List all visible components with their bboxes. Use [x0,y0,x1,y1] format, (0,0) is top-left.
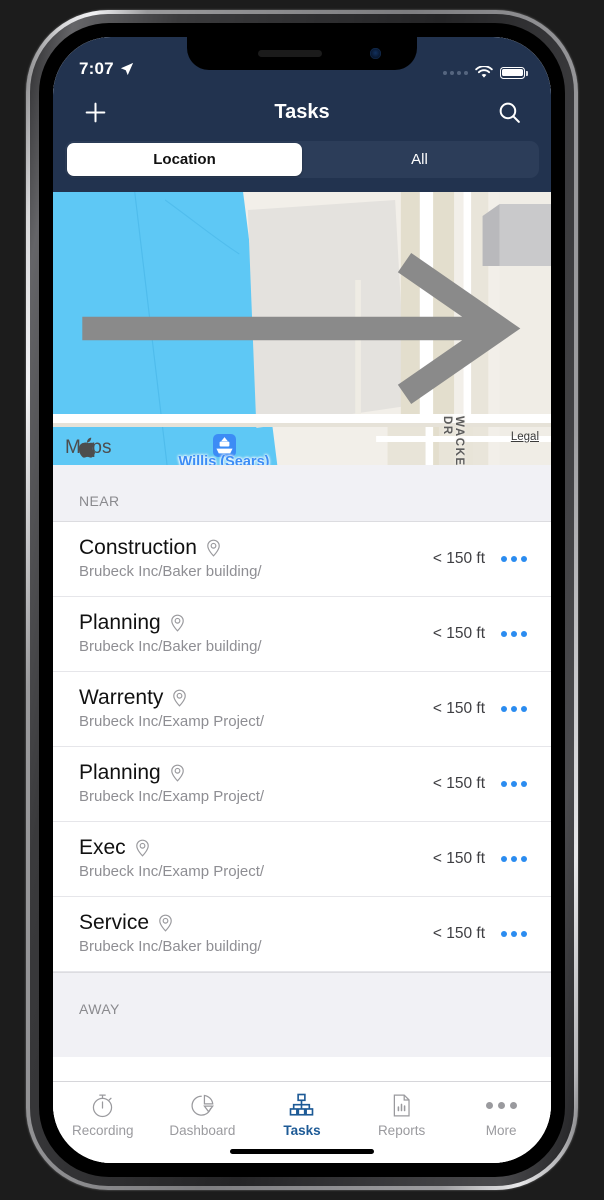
tab-label: Reports [377,1123,426,1138]
status-bar-right [443,66,528,79]
task-menu-button[interactable] [499,625,529,643]
task-menu-button[interactable] [499,850,529,868]
task-title: Construction [79,536,197,559]
map-pin-icon [170,764,184,782]
nav-row: Tasks [53,83,551,141]
section-header-near: NEAR [53,465,551,522]
map-pin-icon [135,839,149,857]
tab-label: More [485,1123,517,1138]
task-distance: < 150 ft [432,624,485,642]
wifi-icon [475,66,493,78]
task-title-row: Service [79,910,433,936]
task-distance: < 150 ft [432,924,485,942]
task-title-row: Construction [79,535,433,561]
status-bar-time: 7:07 [79,59,114,78]
plus-icon [85,102,105,122]
tab-recording[interactable]: Recording [53,1091,153,1138]
tab-label: Tasks [283,1123,321,1138]
ellipsis-icon [485,1091,517,1120]
map-pin-icon [170,614,184,632]
task-title-row: Warrenty [79,685,433,711]
location-arrow-icon [120,62,133,76]
phone-frame: 7:07 Tasks Location All Willis (Sears) W… [26,10,578,1190]
tab-more[interactable]: More [451,1091,551,1138]
table-row[interactable]: Service Brubeck Inc/Baker building/ < 15… [53,897,551,972]
map-direction-arrow-icon [82,252,521,405]
task-subtitle: Brubeck Inc/Examp Project/ [79,788,265,805]
tab-label: Dashboard [169,1123,236,1138]
phone-bezel: 7:07 Tasks Location All Willis (Sears) W… [39,23,565,1177]
task-distance: < 150 ft [432,549,485,567]
task-subtitle: Brubeck Inc/Baker building/ [79,938,262,955]
table-row[interactable]: Planning Brubeck Inc/Examp Project/ < 15… [53,747,551,822]
add-task-button[interactable] [75,92,115,132]
task-title: Planning [79,611,161,634]
stopwatch-icon [89,1091,116,1120]
task-subtitle: Brubeck Inc/Examp Project/ [79,713,265,730]
screenshot-stage: 7:07 Tasks Location All Willis (Sears) W… [0,0,604,1200]
task-info: Planning Brubeck Inc/Baker building/ [79,610,433,657]
task-menu-button[interactable] [499,700,529,718]
view-mode-segmented-control[interactable]: Location All [65,141,539,178]
status-bar-left: 7:07 [79,59,134,79]
map-pin-icon [207,539,220,557]
phone-screen: 7:07 Tasks Location All Willis (Sears) W… [53,37,551,1163]
table-row[interactable]: Construction Brubeck Inc/Baker building/… [53,522,551,597]
document-chart-icon [388,1091,415,1120]
task-title-row: Exec [79,835,433,861]
table-row[interactable]: Warrenty Brubeck Inc/Examp Project/ < 15… [53,672,551,747]
map-view[interactable]: Willis (Sears) Tower/Union WACKER DR 6 [53,192,551,465]
task-title: Exec [79,836,126,859]
page-title: Tasks [274,100,330,123]
earpiece-speaker [258,50,322,57]
section-header-away: AWAY [53,972,551,1057]
task-title: Service [79,911,150,934]
cellular-dots-icon [443,70,468,75]
task-list[interactable]: NEAR Construction Brubeck Inc/Baker buil… [53,465,551,1081]
app-container: 7:07 Tasks Location All Willis (Sears) W… [53,37,551,1163]
map-pin-icon [159,914,172,932]
battery-icon [500,66,528,79]
tab-reports[interactable]: Reports [352,1091,452,1138]
map-pin-icon [173,689,187,707]
pie-chart-icon [189,1091,216,1120]
task-menu-button[interactable] [499,925,529,943]
table-row[interactable]: Exec Brubeck Inc/Examp Project/ < 150 ft [53,822,551,897]
tab-label: Recording [72,1123,134,1138]
search-button[interactable] [489,92,529,132]
task-title-row: Planning [79,760,433,786]
table-row[interactable]: Planning Brubeck Inc/Baker building/ < 1… [53,597,551,672]
task-distance: < 150 ft [432,774,485,792]
task-title-row: Planning [79,610,433,636]
tab-dashboard[interactable]: Dashboard [153,1091,253,1138]
task-title: Planning [79,761,161,784]
segment-all[interactable]: All [302,143,537,176]
task-subtitle: Brubeck Inc/Baker building/ [79,638,262,655]
task-title: Warrenty [79,686,164,709]
task-menu-button[interactable] [499,550,529,568]
segment-location[interactable]: Location [67,143,302,176]
search-icon [499,102,520,123]
task-info: Service Brubeck Inc/Baker building/ [79,910,433,957]
front-camera [370,48,381,59]
task-distance: < 150 ft [432,699,485,717]
task-info: Exec Brubeck Inc/Examp Project/ [79,835,433,882]
home-indicator[interactable] [230,1149,374,1154]
phone-frame-inner: 7:07 Tasks Location All Willis (Sears) W… [30,14,574,1186]
task-distance: < 150 ft [432,849,485,867]
task-info: Planning Brubeck Inc/Examp Project/ [79,760,433,807]
task-info: Construction Brubeck Inc/Baker building/ [79,535,433,582]
tab-tasks[interactable]: Tasks [252,1091,352,1138]
task-subtitle: Brubeck Inc/Baker building/ [79,563,262,580]
org-chart-icon [288,1091,315,1120]
segmented-control-wrapper: Location All [53,141,551,192]
notch [187,37,417,70]
task-menu-button[interactable] [499,775,529,793]
task-subtitle: Brubeck Inc/Examp Project/ [79,863,265,880]
task-info: Warrenty Brubeck Inc/Examp Project/ [79,685,433,732]
